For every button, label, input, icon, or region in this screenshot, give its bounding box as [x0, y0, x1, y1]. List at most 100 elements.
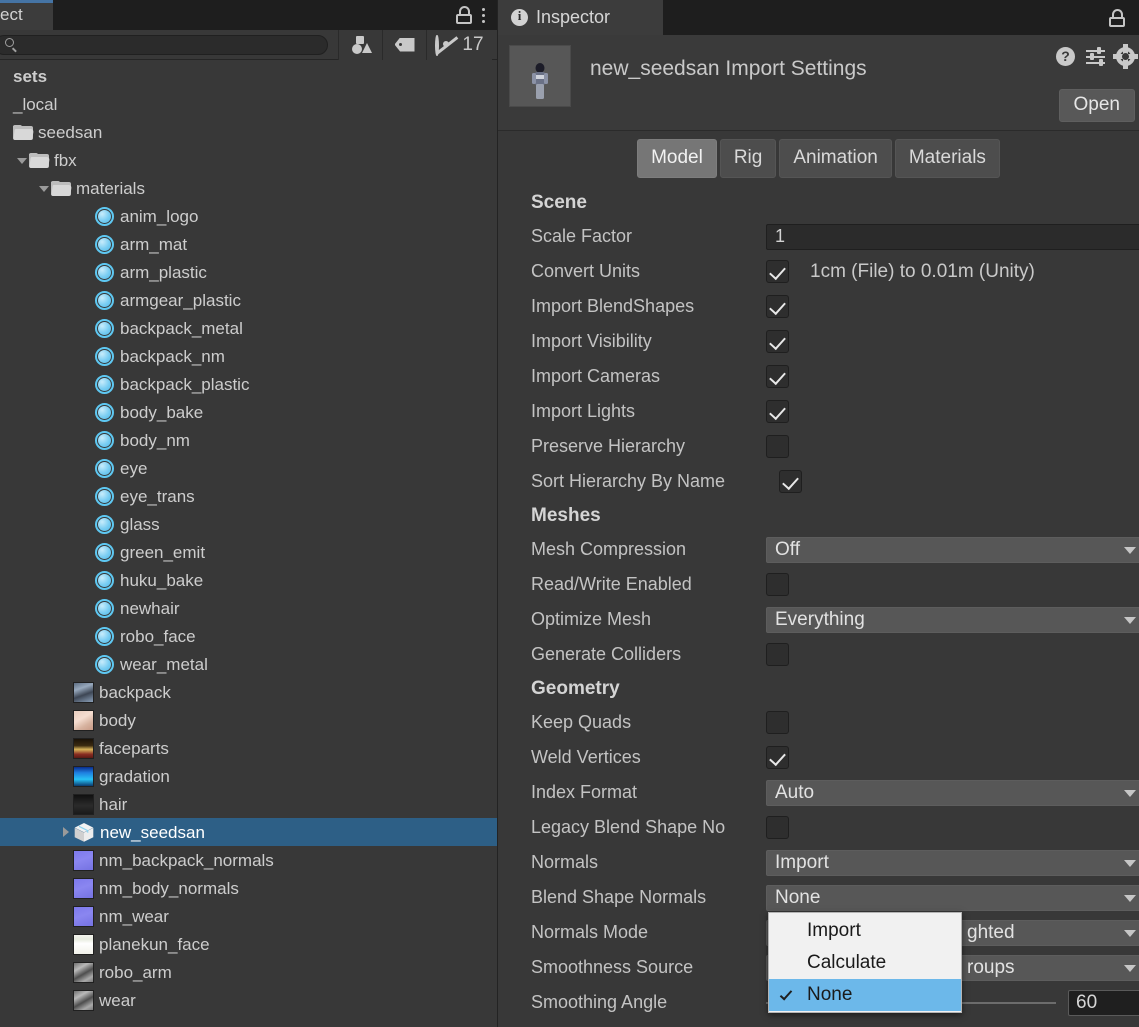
property-row: Legacy Blend Shape No — [531, 810, 1139, 845]
help-icon[interactable] — [1056, 47, 1075, 66]
kebab-menu-icon[interactable] — [482, 7, 485, 23]
tree-row[interactable]: nm_wear — [0, 902, 497, 930]
tree-row[interactable]: wear_metal — [0, 650, 497, 678]
tree-row[interactable]: arm_mat — [0, 230, 497, 258]
dropdown-index-format[interactable]: Auto — [766, 779, 1139, 806]
checkbox-preserve-hierarchy[interactable] — [766, 435, 789, 458]
open-button[interactable]: Open — [1058, 89, 1135, 122]
label-filter-button[interactable] — [382, 29, 426, 60]
tree-row[interactable]: robo_arm — [0, 958, 497, 986]
material-icon — [95, 598, 114, 618]
tab-project[interactable]: ect — [0, 0, 53, 30]
dropdown-mesh-compression[interactable]: Off — [766, 536, 1139, 563]
property-row: Weld Vertices — [531, 740, 1139, 775]
tree-row[interactable]: eye — [0, 454, 497, 482]
checkbox-convert-units[interactable] — [766, 260, 789, 283]
asset-type-filter-button[interactable] — [338, 29, 382, 60]
tree-row[interactable]: planekun_face — [0, 930, 497, 958]
material-icon — [95, 234, 114, 254]
chevron-down-icon — [1124, 546, 1136, 554]
material-icon — [95, 262, 114, 282]
dropdown-option-calculate[interactable]: Calculate — [769, 947, 961, 979]
tree-row[interactable]: glass — [0, 510, 497, 538]
checkbox-import-cameras[interactable] — [766, 365, 789, 388]
dropdown-blend-shape-normals[interactable]: None — [766, 884, 1139, 911]
blend-shape-normals-dropdown-menu[interactable]: Import Calculate None — [768, 912, 962, 1013]
tab-rig[interactable]: Rig — [719, 139, 777, 178]
tree-row[interactable]: backpack_plastic — [0, 370, 497, 398]
material-icon — [95, 542, 114, 562]
tree-row[interactable]: hair — [0, 790, 497, 818]
tree-row[interactable]: body_bake — [0, 398, 497, 426]
texture-thumbnail-icon — [73, 961, 94, 983]
tree-row[interactable]: wear — [0, 986, 497, 1014]
dropdown-value: roups — [967, 956, 1015, 978]
inspector-panel: Inspector new_seedsan Import Settin — [497, 0, 1139, 1027]
project-asset-tree[interactable]: sets _local seedsan fbx materials anim_logo ar… — [0, 60, 497, 1027]
checkbox-weld-vertices[interactable] — [766, 746, 789, 769]
checkbox-read-write-enabled[interactable] — [766, 573, 789, 596]
tree-row[interactable]: gradation — [0, 762, 497, 790]
checkbox-keep-quads[interactable] — [766, 711, 789, 734]
tree-row-label: robo_face — [120, 626, 196, 646]
smoothing-angle-value-field[interactable]: 60 — [1068, 989, 1139, 1016]
tab-model[interactable]: Model — [637, 139, 717, 178]
tree-row[interactable]: anim_logo — [0, 202, 497, 230]
twirl-down-icon[interactable] — [38, 182, 51, 195]
import-settings-body: Scene Scale Factor 1 Convert Units 1cm (File… — [498, 186, 1139, 1027]
checkbox-sort-hierarchy-by-name[interactable] — [779, 470, 802, 493]
label-tag-icon — [394, 37, 415, 52]
tree-row[interactable]: eye_trans — [0, 482, 497, 510]
tree-row[interactable]: arm_plastic — [0, 258, 497, 286]
checkbox-import-blendshapes[interactable] — [766, 295, 789, 318]
tree-row-selected[interactable]: new_seedsan — [0, 818, 497, 846]
inspector-lock-icon[interactable] — [1109, 8, 1125, 27]
tree-row[interactable]: faceparts — [0, 734, 497, 762]
gear-icon[interactable] — [1113, 44, 1138, 69]
tree-row[interactable]: newhair — [0, 594, 497, 622]
checkbox-generate-colliders[interactable] — [766, 643, 789, 666]
property-row: Scale Factor 1 — [531, 219, 1139, 254]
property-control: Off — [766, 532, 1139, 567]
tree-row[interactable]: huku_bake — [0, 566, 497, 594]
tree-row[interactable]: green_emit — [0, 538, 497, 566]
search-field-wrapper[interactable] — [0, 34, 328, 55]
tree-row[interactable]: robo_face — [0, 622, 497, 650]
tree-row[interactable]: sets — [0, 62, 497, 90]
dropdown-option-none[interactable]: None — [769, 979, 961, 1011]
property-label: Smoothing Angle — [531, 992, 668, 1012]
tree-row[interactable]: armgear_plastic — [0, 286, 497, 314]
text-field-scale-factor[interactable]: 1 — [766, 223, 1139, 250]
tree-row[interactable]: body — [0, 706, 497, 734]
dropdown-optimize-mesh[interactable]: Everything — [766, 606, 1139, 633]
tab-materials[interactable]: Materials — [894, 139, 1000, 178]
twirl-right-icon[interactable] — [60, 826, 73, 839]
tree-row[interactable]: backpack_metal — [0, 314, 497, 342]
tree-row[interactable]: backpack_nm — [0, 342, 497, 370]
tree-row[interactable]: nm_backpack_normals — [0, 846, 497, 874]
tree-row[interactable]: _local — [0, 90, 497, 118]
tree-row[interactable]: body_nm — [0, 426, 497, 454]
search-input[interactable] — [18, 37, 327, 52]
tree-row[interactable]: backpack — [0, 678, 497, 706]
checkbox-import-lights[interactable] — [766, 400, 789, 423]
tree-row-label: huku_bake — [120, 570, 204, 590]
tree-row[interactable]: fbx — [0, 146, 497, 174]
tree-row[interactable]: seedsan — [0, 118, 497, 146]
hidden-items-button[interactable]: 17 — [426, 29, 492, 60]
twirl-down-icon[interactable] — [16, 154, 29, 167]
tree-row-label: armgear_plastic — [120, 290, 241, 310]
checkbox-import-visibility[interactable] — [766, 330, 789, 353]
dropdown-normals[interactable]: Import — [766, 849, 1139, 876]
checkbox-legacy-blend-shape-no[interactable] — [766, 816, 789, 839]
tab-inspector[interactable]: Inspector — [498, 0, 663, 35]
tree-row-label: wear_metal — [120, 654, 208, 674]
lock-icon[interactable] — [456, 6, 472, 24]
preset-icon[interactable] — [1086, 47, 1105, 66]
tree-row[interactable]: materials — [0, 174, 497, 202]
tree-row[interactable]: nm_body_normals — [0, 874, 497, 902]
twirl-spacer — [60, 742, 73, 755]
tab-animation[interactable]: Animation — [779, 139, 892, 178]
import-settings-tabs[interactable]: Model Rig Animation Materials — [498, 131, 1139, 186]
dropdown-option-import[interactable]: Import — [769, 915, 961, 947]
